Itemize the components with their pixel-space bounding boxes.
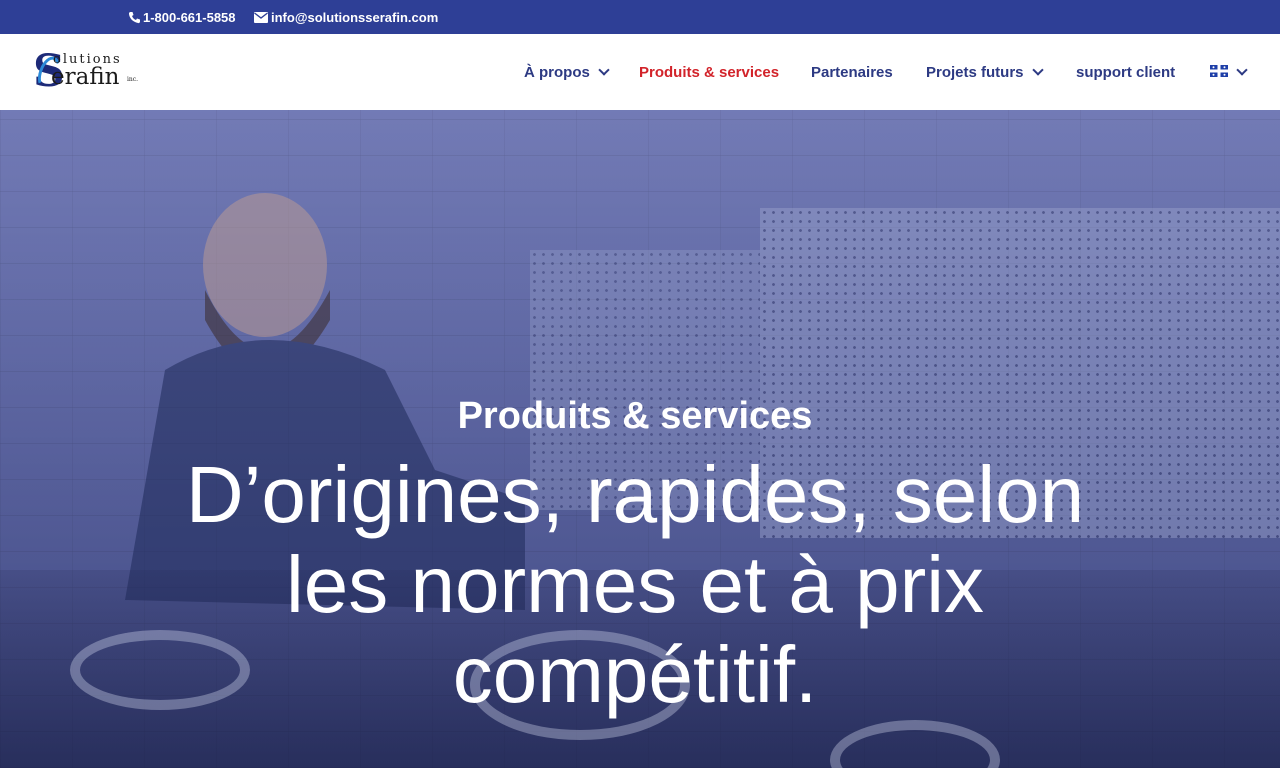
flag-quebec-icon: [1210, 64, 1228, 81]
email-address: info@solutionsserafin.com: [271, 9, 439, 25]
chevron-down-icon: [1236, 64, 1248, 76]
language-switcher[interactable]: [1210, 34, 1248, 110]
phone-contact[interactable]: 1-800-661-5858: [128, 0, 236, 34]
nav-label: Produits & services: [639, 63, 780, 81]
hero-title: D’origines, rapides, selon les normes et…: [0, 450, 1270, 720]
email-contact[interactable]: info@solutionsserafin.com: [254, 0, 438, 34]
nav-item-projets-futurs[interactable]: Projets futurs: [926, 34, 1044, 110]
chevron-down-icon: [598, 64, 610, 76]
nav-label: support client: [1076, 63, 1176, 81]
nav-item-produits-services[interactable]: Produits & services: [639, 34, 779, 110]
phone-number: 1-800-661-5858: [143, 9, 236, 25]
site-header: S olutions erafin inc. À propos Produits…: [0, 34, 1280, 110]
phone-icon: [128, 11, 140, 24]
hero-banner: Produits & services D’origines, rapides,…: [0, 110, 1280, 768]
site-logo[interactable]: S olutions erafin inc.: [33, 50, 143, 96]
nav-item-partenaires[interactable]: Partenaires: [811, 34, 893, 110]
hero-title-line: les normes et à prix: [285, 540, 985, 629]
logo-suffix: inc.: [127, 76, 139, 83]
hero-subtitle: Produits & services: [457, 395, 813, 437]
top-contact-bar: 1-800-661-5858 info@solutionsserafin.com: [0, 0, 1280, 34]
nav-item-a-propos[interactable]: À propos: [524, 34, 610, 110]
envelope-icon: [254, 11, 268, 23]
nav-label: À propos: [524, 63, 590, 81]
nav-item-support-client[interactable]: support client: [1076, 34, 1175, 110]
hero-title-line: D’origines, rapides, selon: [185, 450, 1085, 539]
nav-label: Partenaires: [811, 63, 893, 81]
hero-title-line: compétitif.: [452, 630, 818, 719]
chevron-down-icon: [1031, 64, 1044, 76]
logo-line-2: erafin: [51, 64, 120, 90]
nav-label: Projets futurs: [926, 63, 1024, 81]
